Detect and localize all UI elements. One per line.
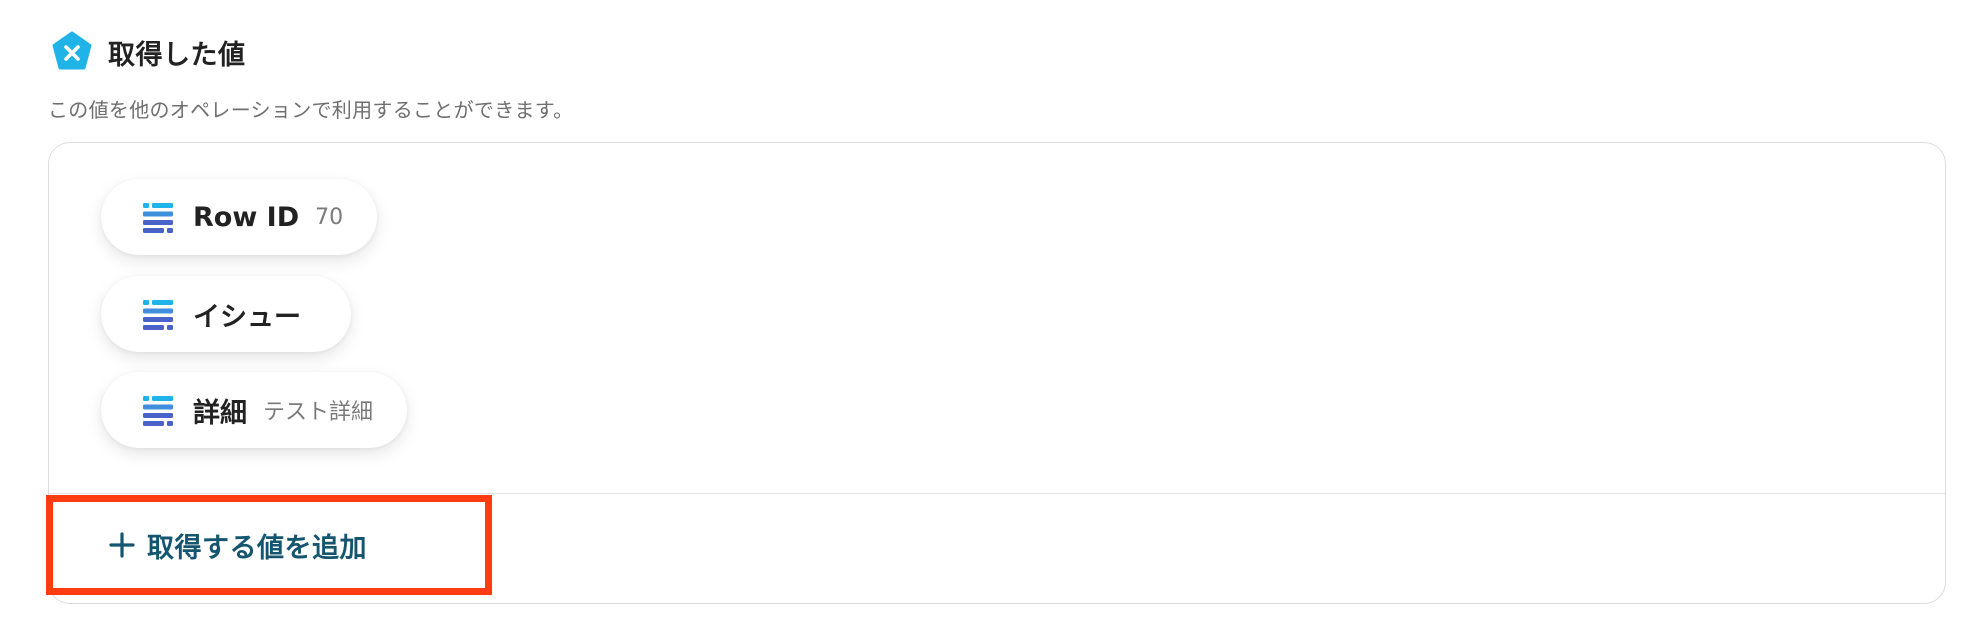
value-label: Row ID — [193, 201, 300, 233]
value-chip-row-id[interactable]: Row ID 70 — [101, 179, 378, 255]
value-label: 詳細 — [193, 397, 247, 429]
table-rows-icon — [143, 300, 173, 330]
value-chip-details[interactable]: 詳細 テスト詳細 — [101, 372, 408, 448]
value-sample: 70 — [315, 204, 344, 230]
panel-divider — [49, 493, 1945, 494]
x-pentagon-icon — [52, 31, 92, 70]
section-description: この値を他のオペレーションで利用することができます。 — [48, 98, 574, 122]
value-label: イシュー — [193, 301, 301, 333]
add-value-button[interactable]: 取得する値を追加 — [46, 495, 492, 595]
value-sample: テスト詳細 — [263, 400, 374, 425]
table-rows-icon — [143, 203, 173, 233]
acquired-values-page: 取得した値 この値を他のオペレーションで利用することができます。 Row ID … — [0, 0, 1968, 624]
section-title: 取得した値 — [108, 39, 246, 71]
section-header: 取得した値 — [50, 30, 246, 74]
table-rows-icon — [143, 396, 173, 426]
add-value-label: 取得する値を追加 — [147, 532, 367, 564]
value-chip-issue[interactable]: イシュー — [101, 276, 351, 352]
plus-icon — [109, 532, 135, 558]
